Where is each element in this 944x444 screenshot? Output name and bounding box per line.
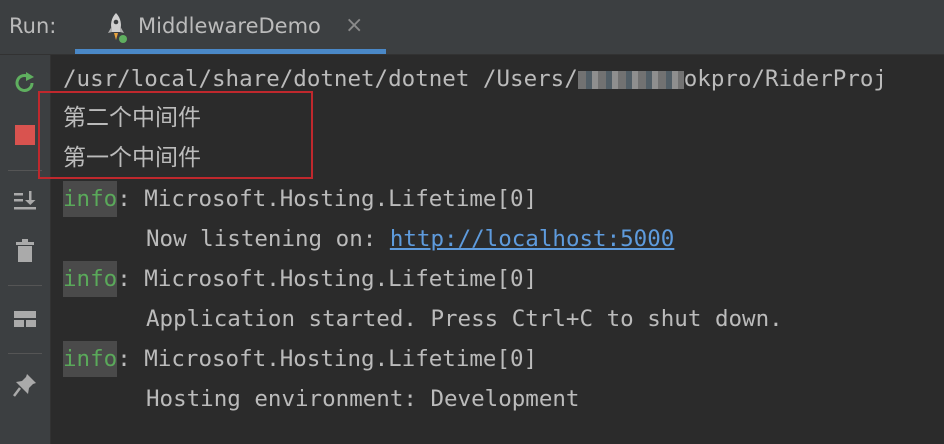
log-message: Application started. Press Ctrl+C to shu…: [146, 306, 783, 332]
scroll-to-end-icon[interactable]: [7, 183, 43, 219]
command-suffix: okpro/RiderProj: [683, 66, 887, 92]
tab-active-indicator: [75, 49, 386, 54]
log-category: : Microsoft.Hosting.Lifetime[0]: [117, 266, 538, 292]
localhost-link[interactable]: http://localhost:5000: [390, 226, 674, 252]
redacted-username: [577, 70, 684, 89]
log-category: : Microsoft.Hosting.Lifetime[0]: [117, 346, 538, 372]
log-message: Hosting environment: Development: [146, 386, 580, 412]
rocket-icon: [103, 11, 129, 45]
toolbar-divider: [8, 353, 42, 354]
toolbar-divider: [8, 170, 42, 171]
layout-icon[interactable]: [7, 301, 43, 337]
log-header: info: Microsoft.Hosting.Lifetime[0]: [63, 179, 537, 219]
run-label: Run:: [9, 14, 57, 38]
log-header: info: Microsoft.Hosting.Lifetime[0]: [63, 339, 537, 379]
highlight-annotation: [38, 91, 313, 179]
tab-middlewaredemo[interactable]: MiddlewareDemo ×: [75, 0, 386, 54]
trash-icon[interactable]: [7, 233, 43, 269]
log-message: Now listening on: http://localhost:5000: [146, 219, 674, 259]
info-badge: info: [63, 261, 118, 297]
close-icon[interactable]: ×: [345, 13, 363, 38]
log-category: : Microsoft.Hosting.Lifetime[0]: [117, 186, 538, 212]
log-message-text: Now listening on:: [146, 226, 390, 252]
info-badge: info: [63, 181, 118, 217]
tab-title: MiddlewareDemo: [138, 14, 321, 38]
log-header: info: Microsoft.Hosting.Lifetime[0]: [63, 259, 537, 299]
info-badge: info: [63, 341, 118, 377]
command-prefix: /usr/local/share/dotnet/dotnet /Users/: [63, 66, 578, 92]
toolbar-divider: [8, 285, 42, 286]
pin-icon[interactable]: [7, 367, 43, 403]
run-tool-window-header: Run: MiddlewareDemo ×: [0, 0, 944, 55]
